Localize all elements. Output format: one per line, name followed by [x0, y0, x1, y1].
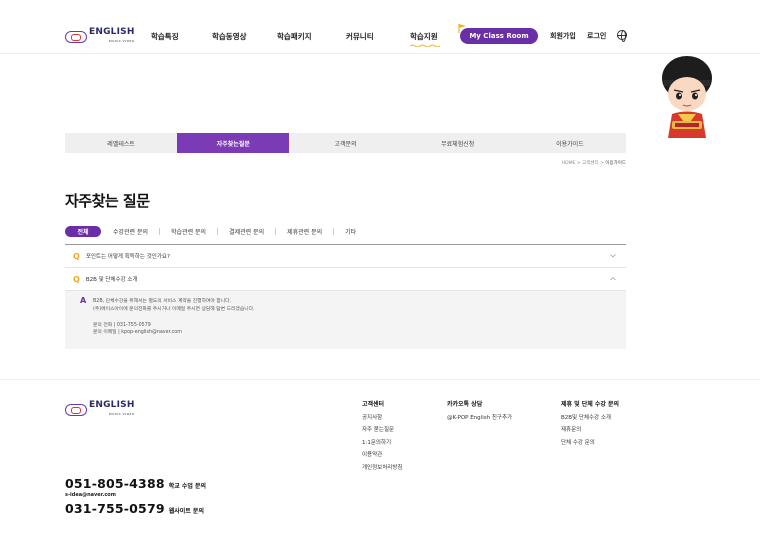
chevron-down-icon	[610, 254, 616, 258]
flag-icon	[458, 24, 466, 33]
footer-email: s-idea@naver.com	[65, 492, 116, 498]
site-header: ENGLISH MUSIC VIDEO 학습특징 학습동영상 학습패키지 커뮤니…	[0, 0, 760, 54]
phone-number: 051-805-4388	[65, 476, 165, 491]
site-logo[interactable]: ENGLISH MUSIC VIDEO	[65, 28, 135, 45]
my-class-room-button[interactable]: My Class Room	[458, 24, 538, 44]
divider	[333, 227, 335, 235]
wave-underline-icon	[410, 44, 440, 47]
breadcrumb-separator: >	[576, 161, 581, 166]
footer-link-faq[interactable]: 자주 묻는질문	[362, 424, 402, 437]
tab-faq[interactable]: 자주찾는질문	[177, 133, 290, 153]
faq-item[interactable]: Q B2B 및 단체수강 소개	[65, 268, 626, 291]
footer-partnership: 제휴 및 단체 수강 문의 B2B및 단체수강 소개 제휴문의 단체 수강 문의	[561, 399, 619, 449]
site-footer: ENGLISH MUSIC VIDEO 고객센터 공지사항 자주 묻는질문 1:…	[0, 379, 760, 540]
breadcrumb-separator: >	[600, 161, 604, 166]
login-link[interactable]: 로그인	[587, 31, 606, 41]
logo-subtext: MUSIC VIDEO	[108, 412, 135, 416]
nav-item-videos[interactable]: 학습동영상	[212, 31, 247, 42]
answer-text: B2B, 단체수강을 위해서는 별도의 서비스 계약을 진행하여야 합니다.	[93, 299, 232, 304]
answer-text: (주)에이스아이에 문의전화를 주시거나 이메일 주시면 상담해 답변 드리겠습…	[93, 306, 255, 312]
footer-link-privacy[interactable]: 개인정보처리방침	[362, 462, 402, 475]
faq-question: 포인트는 어떻게 획득하는 것인가요?	[85, 254, 170, 260]
footer-link-group[interactable]: 단체 수강 문의	[561, 437, 619, 450]
faq-answer: A B2B, 단체수강을 위해서는 별도의 서비스 계약을 진행하여야 합니다.…	[65, 291, 626, 349]
breadcrumb: HOME > 고객센터 > 이용가이드	[562, 160, 626, 166]
footer-phone-website: 031-755-0579 웹사이트 문의	[65, 501, 204, 516]
phone-label: 웹사이트 문의	[168, 508, 204, 515]
footer-link-partnership[interactable]: 제휴문의	[561, 424, 619, 437]
nav-item-community[interactable]: 커뮤니티	[346, 31, 374, 42]
divider	[159, 227, 161, 235]
page-title: 자주찾는 질문	[65, 192, 150, 210]
filter-partnership[interactable]: 제휴관련 문의	[287, 227, 322, 236]
filter-etc[interactable]: 기타	[345, 227, 356, 236]
kpop-logo-icon	[65, 403, 87, 416]
breadcrumb-home[interactable]: HOME	[562, 161, 576, 166]
signup-link[interactable]: 회원가입	[550, 31, 576, 41]
answer-email: 문의 이메일 | kpop-english@naver.com	[93, 330, 182, 336]
answer-phone: 문의 전화 | 031-755-0579	[93, 322, 151, 328]
phone-label: 학교 수업 문의	[168, 483, 207, 490]
filter-learning[interactable]: 학습관련 문의	[171, 227, 206, 236]
tab-guide[interactable]: 이용가이드	[514, 133, 626, 153]
globe-icon[interactable]	[617, 30, 627, 42]
footer-kakao: 카카오톡 상담 @K-POP English 친구추가	[447, 399, 512, 424]
footer-link-b2b[interactable]: B2B및 단체수강 소개	[561, 412, 619, 425]
breadcrumb-level1[interactable]: 고객센터	[582, 161, 599, 166]
footer-col-heading: 제휴 및 단체 수강 문의	[561, 401, 620, 408]
faq-list: Q 포인트는 어떻게 획득하는 것인가요? Q B2B 및 단체수강 소개 A …	[65, 244, 626, 349]
chevron-up-icon	[610, 277, 616, 281]
question-mark-label: Q	[73, 251, 80, 261]
filter-payment[interactable]: 결제관련 문의	[229, 227, 264, 236]
footer-link-terms[interactable]: 이용약관	[362, 449, 402, 462]
breadcrumb-current: 이용가이드	[605, 161, 626, 166]
filter-enrollment[interactable]: 수강관련 문의	[113, 227, 148, 236]
mascot-character-image	[662, 56, 712, 138]
footer-logo[interactable]: ENGLISH MUSIC VIDEO	[65, 401, 135, 418]
filter-all[interactable]: 전체	[65, 225, 101, 237]
logo-text: ENGLISH	[89, 27, 135, 37]
phone-number: 031-755-0579	[65, 501, 165, 516]
divider	[275, 227, 277, 235]
faq-question: B2B 및 단체수강 소개	[85, 277, 138, 283]
faq-item[interactable]: Q 포인트는 어떻게 획득하는 것인가요?	[65, 245, 626, 268]
question-mark-label: Q	[73, 274, 80, 284]
kpop-logo-icon	[65, 30, 87, 43]
footer-customer-center: 고객센터 공지사항 자주 묻는질문 1:1문의하기 이용약관 개인정보처리방침	[362, 399, 402, 474]
nav-item-features[interactable]: 학습특징	[151, 31, 179, 42]
nav-item-support[interactable]: 학습지원	[410, 31, 440, 47]
support-tab-bar: 레벨테스트 자주찾는질문 고객문의 무료체험신청 이용가이드	[65, 133, 626, 153]
nav-item-packages[interactable]: 학습패키지	[277, 31, 312, 42]
nav-item-support-label: 학습지원	[410, 32, 438, 41]
footer-link-kakao-add[interactable]: @K-POP English 친구추가	[447, 412, 512, 425]
divider	[217, 227, 219, 235]
footer-phone-school: 051-805-4388 학교 수업 문의	[65, 476, 206, 491]
tab-inquiry[interactable]: 고객문의	[289, 133, 401, 153]
footer-col-heading: 카카오톡 상담	[447, 401, 483, 408]
footer-col-heading: 고객센터	[362, 401, 385, 408]
logo-subtext: MUSIC VIDEO	[108, 39, 135, 43]
faq-category-filters: 전체 수강관련 문의 학습관련 문의 결제관련 문의 제휴관련 문의 기타	[65, 225, 356, 237]
answer-mark-label: A	[80, 296, 87, 305]
my-class-room-label: My Class Room	[469, 32, 529, 40]
tab-level-test[interactable]: 레벨테스트	[65, 133, 177, 153]
footer-link-notice[interactable]: 공지사항	[362, 412, 402, 425]
tab-free-trial[interactable]: 무료체험신청	[402, 133, 514, 153]
logo-text: ENGLISH	[89, 400, 135, 410]
footer-link-inquiry[interactable]: 1:1문의하기	[362, 437, 402, 450]
